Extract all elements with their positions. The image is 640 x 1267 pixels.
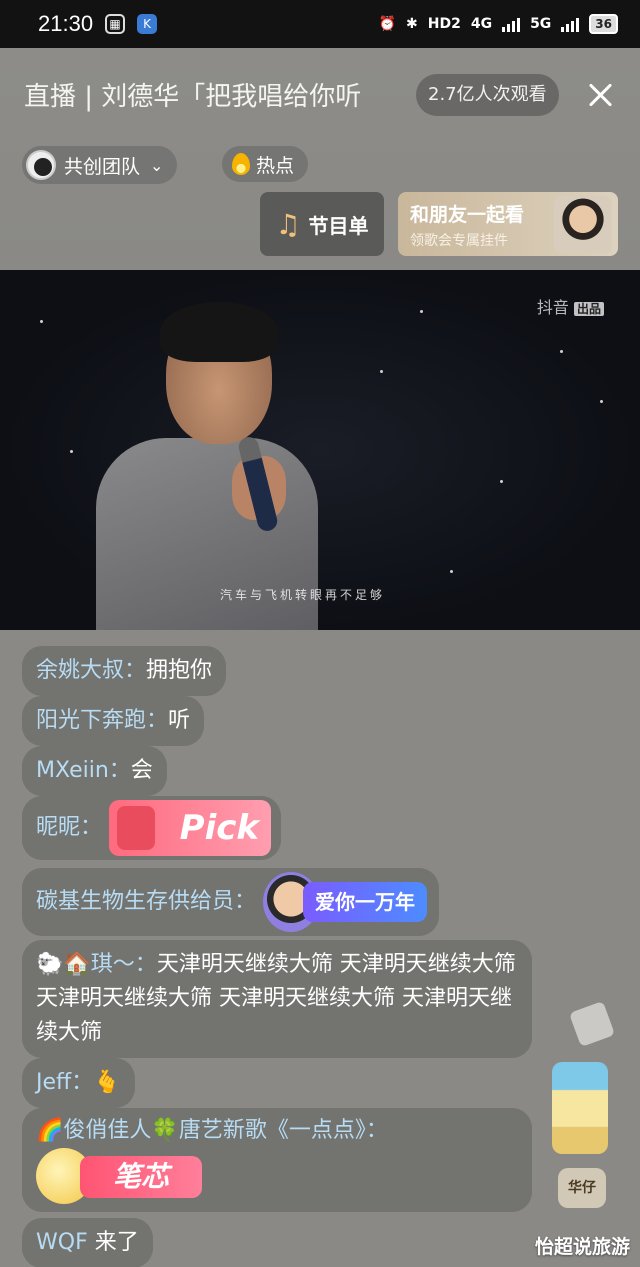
comment-text: 听 <box>168 708 191 733</box>
program-list-button[interactable]: ♫ 节目单 <box>260 192 384 256</box>
comment-nick: 阳光下奔跑： <box>36 708 169 733</box>
comment-item[interactable]: Jeff：🫰 <box>22 1058 135 1108</box>
finger-heart-icon: 🫰 <box>93 1070 121 1095</box>
video-subtitle: 汽车与飞机转眼再不足够 <box>220 588 386 602</box>
speaker-gift-icon[interactable] <box>552 1062 608 1154</box>
status-time: 21:30 <box>38 11 94 36</box>
bluetooth-icon: ✱ <box>406 16 418 32</box>
comment-nick-2: 唐艺新歌《一点点》： <box>178 1118 388 1143</box>
gift-label: 笔芯 <box>80 1156 202 1198</box>
comment-item[interactable]: 🐑🏠琪～：天津明天继续大筛 天津明天继续大筛 天津明天继续大筛 天津明天继续大筛… <box>22 940 532 1058</box>
music-note-icon: ♫ <box>275 207 301 241</box>
comment-item-gift[interactable]: 昵昵： Pick <box>22 796 282 860</box>
comment-item-gift[interactable]: 碳基生物生存供给员： 爱你一万年 <box>22 868 440 936</box>
watch-subtitle: 领歌会专属挂件 <box>410 233 508 249</box>
comment-nick: WQF <box>36 1230 88 1255</box>
program-label: 节目单 <box>308 213 369 238</box>
viewer-count: 2.7亿人次观看 <box>416 74 559 116</box>
comment-nick: 碳基生物生存供给员： <box>36 889 257 914</box>
app-k-icon: K <box>137 14 158 34</box>
hd-badge: HD2 <box>427 16 461 32</box>
team-label: 共创团队 <box>64 155 141 178</box>
signal-5g-label: 5G <box>530 16 552 32</box>
team-selector[interactable]: 共创团队 ⌄ <box>22 146 178 184</box>
hot-label: 热点 <box>256 154 295 177</box>
live-header: 直播 | 刘德华「把我唱给你听 2.7亿人次观看 共创团队 ⌄ 热点 ♫ 节目单… <box>0 48 640 270</box>
comment-item[interactable]: MXeiin：会 <box>22 746 167 796</box>
comment-nick: 俊俏佳人 <box>63 1118 152 1143</box>
comment-nick: 琪～： <box>90 952 157 977</box>
app-notification-icon: ▦ <box>105 14 126 34</box>
hot-button[interactable]: 热点 <box>222 146 309 182</box>
comment-item[interactable]: 余姚大叔：拥抱你 <box>22 646 227 696</box>
watch-promo-image <box>554 196 612 254</box>
comment-item[interactable]: 阳光下奔跑：听 <box>22 696 205 746</box>
floating-gift-icon[interactable] <box>568 1000 616 1048</box>
hua-zai-badge[interactable]: 华仔 <box>558 1168 606 1208</box>
comment-nick: MXeiin： <box>36 758 131 783</box>
live-title: 直播 | 刘德华「把我唱给你听 <box>24 82 362 112</box>
flame-icon <box>232 153 250 175</box>
watch-with-friends-button[interactable]: 和朋友一起看 领歌会专属挂件 <box>398 192 618 256</box>
close-button[interactable] <box>582 78 618 114</box>
watermark-text: 抖音 <box>536 298 569 317</box>
team-avatar <box>26 150 56 180</box>
comment-text: 会 <box>130 758 153 783</box>
chevron-down-icon: ⌄ <box>150 155 164 175</box>
comment-nick: 余姚大叔： <box>36 658 147 683</box>
watermark-badge: 出品 <box>573 302 604 316</box>
comment-nick: 昵昵： <box>36 815 103 840</box>
gift-love-icon: 爱你一万年 <box>263 872 429 932</box>
comment-text: 拥抱你 <box>146 658 213 683</box>
battery-icon: 36 <box>589 14 618 34</box>
gift-label: 爱你一万年 <box>303 882 428 922</box>
signal-4g-label: 4G <box>470 16 493 32</box>
comment-text: 来了 <box>94 1230 139 1255</box>
clover-icon: 🍀 <box>151 1118 179 1143</box>
alarm-icon: ⏰ <box>378 16 396 32</box>
signal-bars-icon-2 <box>561 16 580 32</box>
rainbow-icon: 🌈 <box>36 1118 64 1143</box>
gift-pick-icon: Pick <box>109 800 272 856</box>
comment-nick: Jeff： <box>36 1070 94 1095</box>
video-player[interactable]: 抖音 出品 汽车与飞机转眼再不足够 <box>0 270 640 630</box>
signal-bars-icon <box>502 16 521 32</box>
video-watermark: 抖音 出品 <box>537 294 604 318</box>
gift-heart-icon: 笔芯 <box>36 1148 202 1204</box>
sheep-house-icon: 🐑🏠 <box>36 952 91 977</box>
comment-item[interactable]: WQF 来了 <box>22 1218 153 1267</box>
footer-watermark: 怡超说旅游 <box>534 1236 630 1258</box>
watch-title: 和朋友一起看 <box>410 204 525 226</box>
status-indicators: ⏰ ✱ HD2 4G 5G 36 <box>379 14 618 34</box>
status-bar: 21:30 ▦ K ⏰ ✱ HD2 4G 5G 36 <box>0 0 640 48</box>
singer-hair <box>160 302 278 362</box>
comment-item-gift[interactable]: 🌈俊俏佳人🍀唐艺新歌《一点点》： 笔芯 <box>22 1108 532 1212</box>
